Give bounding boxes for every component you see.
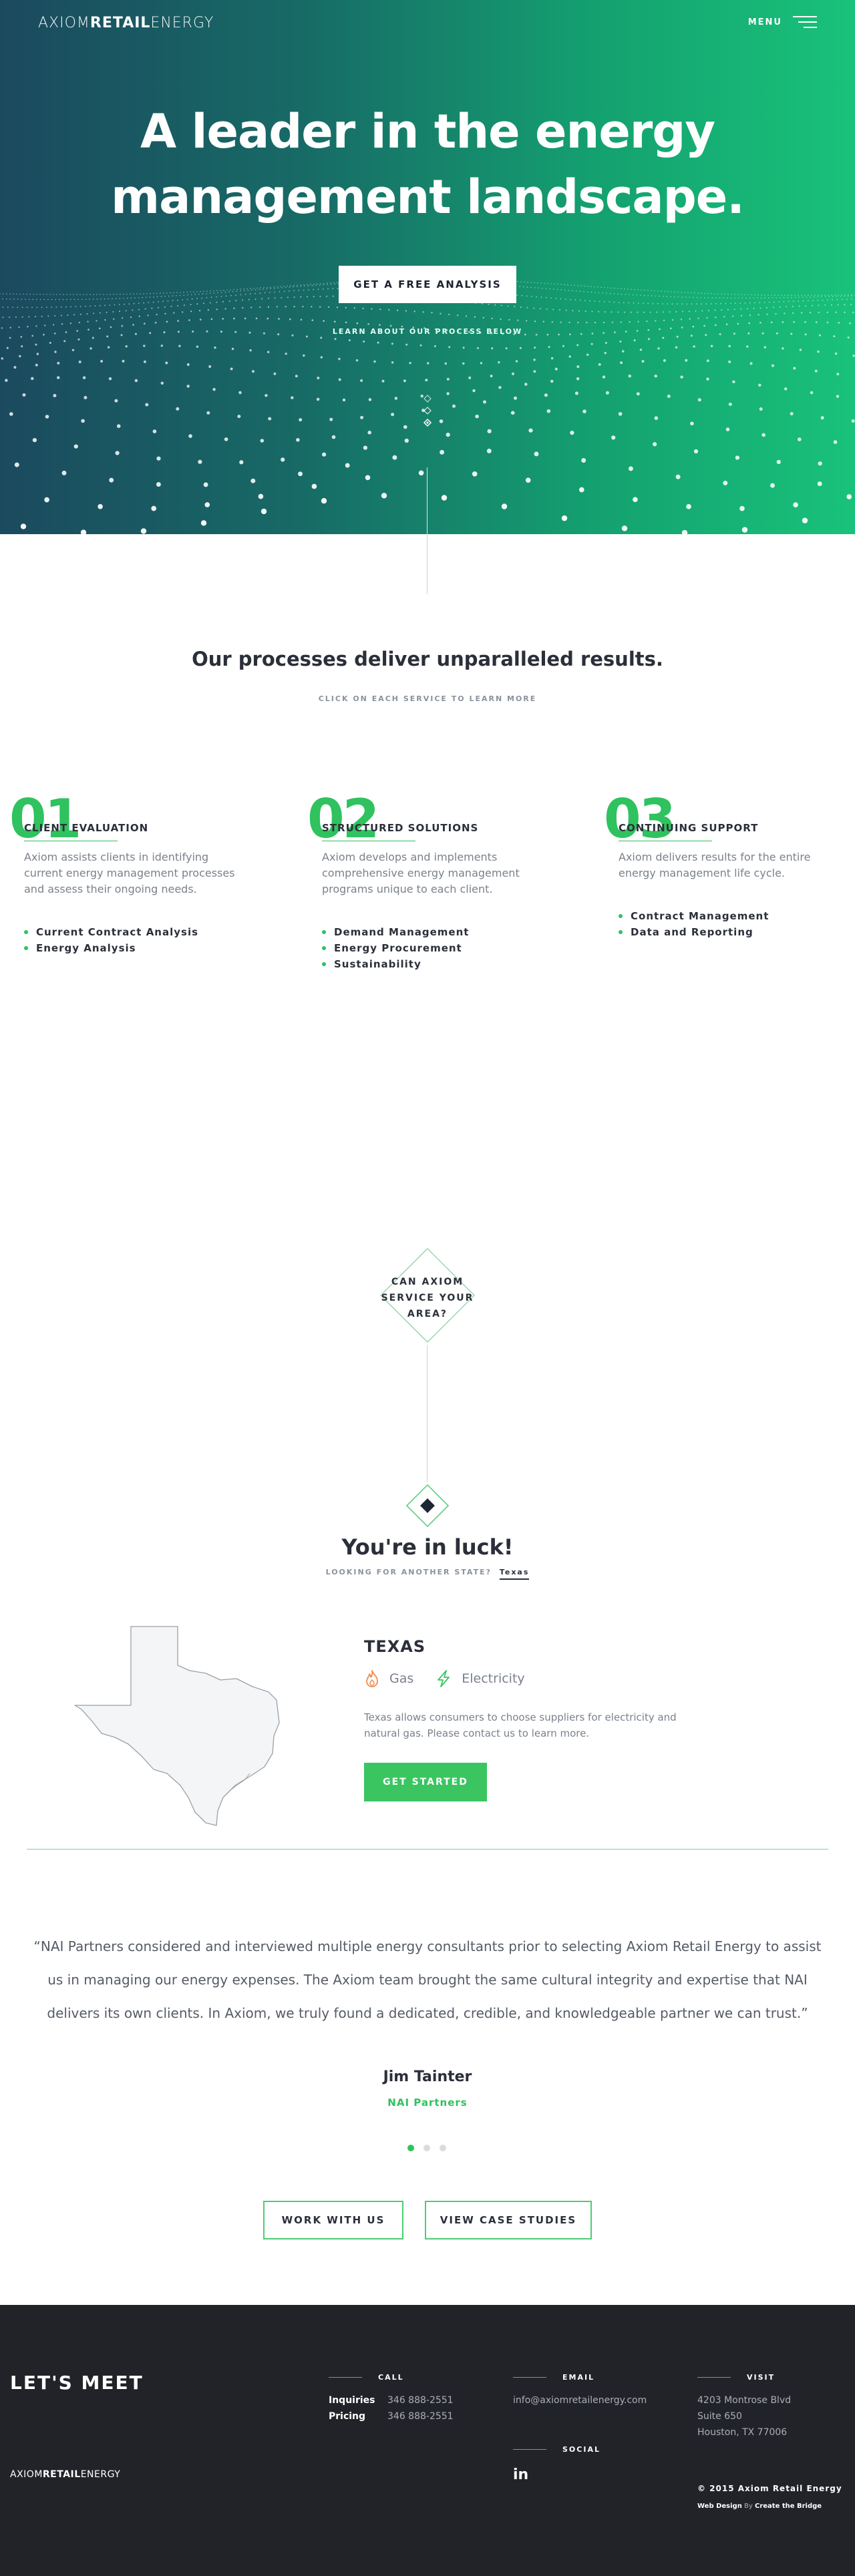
email-link[interactable]: info@axiomretailenergy.com [513,2392,647,2408]
service-title: STRUCTURED SOLUTIONS [322,822,479,834]
texas-map [74,1626,280,1826]
footer-call: CALL Inquiries 346 888-2551 Pricing 346 88… [329,2373,454,2424]
service-description: Axiom delivers results for the entire en… [619,851,811,879]
service-description: Axiom develops and implements comprehens… [322,851,520,895]
call-heading: CALL [329,2373,454,2382]
list-item: Contract Management [619,908,839,924]
connector-line [427,534,428,594]
bullet-icon [619,930,623,934]
learn-process-link[interactable]: LEARN ABOUT OUR PROCESS BELOW [0,327,855,336]
testimonial-quote: “NAI Partners considered and interviewed… [33,1938,822,2021]
utility-label: Gas [389,1671,414,1686]
processes-section: Our processes deliver unparalleled resul… [0,534,855,1135]
carousel-dot[interactable] [407,2145,414,2151]
pricing-phone[interactable]: Pricing 346 888-2551 [329,2408,454,2424]
footer-title: LET'S MEET [10,2372,144,2394]
menu-button[interactable]: MENU [748,15,817,29]
state-description: Texas allows consumers to choose supplie… [364,1711,677,1739]
list-item: Energy Procurement [322,940,542,956]
service-structured-solutions[interactable]: 02 STRUCTURED SOLUTIONS Axiom develops a… [307,793,542,972]
list-item: Energy Analysis [24,940,244,956]
bullet-icon [24,930,28,934]
testimonial-company: NAI Partners [387,2097,468,2109]
lightning-icon [438,1670,450,1687]
service-continuing-support[interactable]: 03 CONTINUING SUPPORT Axiom delivers res… [604,793,839,940]
list-item: Data and Reporting [619,924,839,940]
carousel-dot[interactable] [423,2145,430,2151]
social-heading: SOCIAL [513,2445,601,2454]
inquiries-phone[interactable]: Inquiries 346 888-2551 [329,2392,454,2408]
state-name: TEXAS [364,1637,426,1656]
service-list: Current Contract Analysis Energy Analysi… [24,924,244,956]
get-started-button[interactable]: GET STARTED [364,1763,487,1801]
utility-list: Gas Electricity [364,1669,537,1688]
menu-label: MENU [747,17,782,27]
hero-section: AXIOMRETAILENERGY MENU A leader in the e… [0,0,855,534]
copyright: © 2015 Axiom Retail Energy [697,2484,842,2493]
carousel-dot[interactable] [440,2145,446,2151]
scroll-down-icon[interactable] [421,394,434,434]
free-analysis-button[interactable]: GET A FREE ANALYSIS [339,266,516,303]
bullet-icon [619,914,623,918]
footer-email: EMAIL info@axiomretailenergy.com [513,2373,647,2408]
address: 4203 Montrose Blvd Suite 650 Houston, TX… [697,2395,792,2438]
state-dropdown[interactable]: Texas [499,1568,530,1580]
linkedin-icon[interactable]: in [513,2466,528,2483]
testimonial-author: Jim Tainter [383,2069,472,2085]
view-case-studies-button[interactable]: VIEW CASE STUDIES [425,2201,592,2239]
bullet-icon [24,946,28,950]
another-state-label: LOOKING FOR ANOTHER STATE? [325,1568,492,1576]
hamburger-icon [793,15,817,29]
service-area-question: CAN AXIOM SERVICE YOUR AREA? [381,1277,474,1319]
email-heading: EMAIL [513,2373,647,2382]
location-marker-icon [405,1484,450,1528]
scroll-line [427,467,428,534]
bullet-icon [322,930,326,934]
bullet-icon [322,962,326,966]
footer-logo[interactable]: AXIOMRETAILENERGY [10,2469,120,2480]
service-list: Contract Management Data and Reporting [619,908,839,940]
footer: LET'S MEET AXIOMRETAILENERGY CALL Inquir… [0,2305,855,2576]
utility-electricity: Electricity [435,1669,525,1688]
service-title: CLIENT EVALUATION [24,822,149,834]
top-navigation: AXIOMRETAILENERGY MENU [0,0,855,48]
result-title: You're in luck! [341,1534,514,1560]
footer-social: SOCIAL [513,2445,601,2454]
carousel-pagination [407,2145,446,2151]
bullet-icon [322,946,326,950]
flame-icon [366,1670,378,1687]
design-credit[interactable]: Web Design By Create the Bridge [697,2503,822,2510]
list-item: Sustainability [322,956,542,972]
list-item: Demand Management [322,924,542,940]
processes-title: Our processes deliver unparalleled resul… [192,648,663,670]
utility-label: Electricity [462,1671,525,1686]
service-client-evaluation[interactable]: 01 CLIENT EVALUATION Axiom assists clien… [9,793,244,956]
service-description: Axiom assists clients in identifying cur… [24,851,235,895]
state-selector: LOOKING FOR ANOTHER STATE? Texas [0,1568,855,1580]
footer-visit: VISIT 4203 Montrose Blvd Suite 650 Houst… [697,2373,791,2440]
hero-headline: A leader in the energy management landsca… [111,104,745,224]
list-item: Current Contract Analysis [24,924,244,940]
service-title: CONTINUING SUPPORT [619,822,759,834]
visit-heading: VISIT [697,2373,791,2382]
work-with-us-button[interactable]: WORK WITH US [263,2201,403,2239]
utility-gas: Gas [364,1669,413,1688]
connector-line [427,1345,428,1482]
service-area-section: CAN AXIOM SERVICE YOUR AREA? You're in l… [0,1135,855,1856]
section-divider [27,1849,828,1850]
service-list: Demand Management Energy Procurement Sus… [322,924,542,972]
site-logo[interactable]: AXIOMRETAILENERGY [38,15,214,31]
processes-subtitle: CLICK ON EACH SERVICE TO LEARN MORE [318,694,537,703]
testimonial-section: “NAI Partners considered and interviewed… [0,1856,855,2241]
